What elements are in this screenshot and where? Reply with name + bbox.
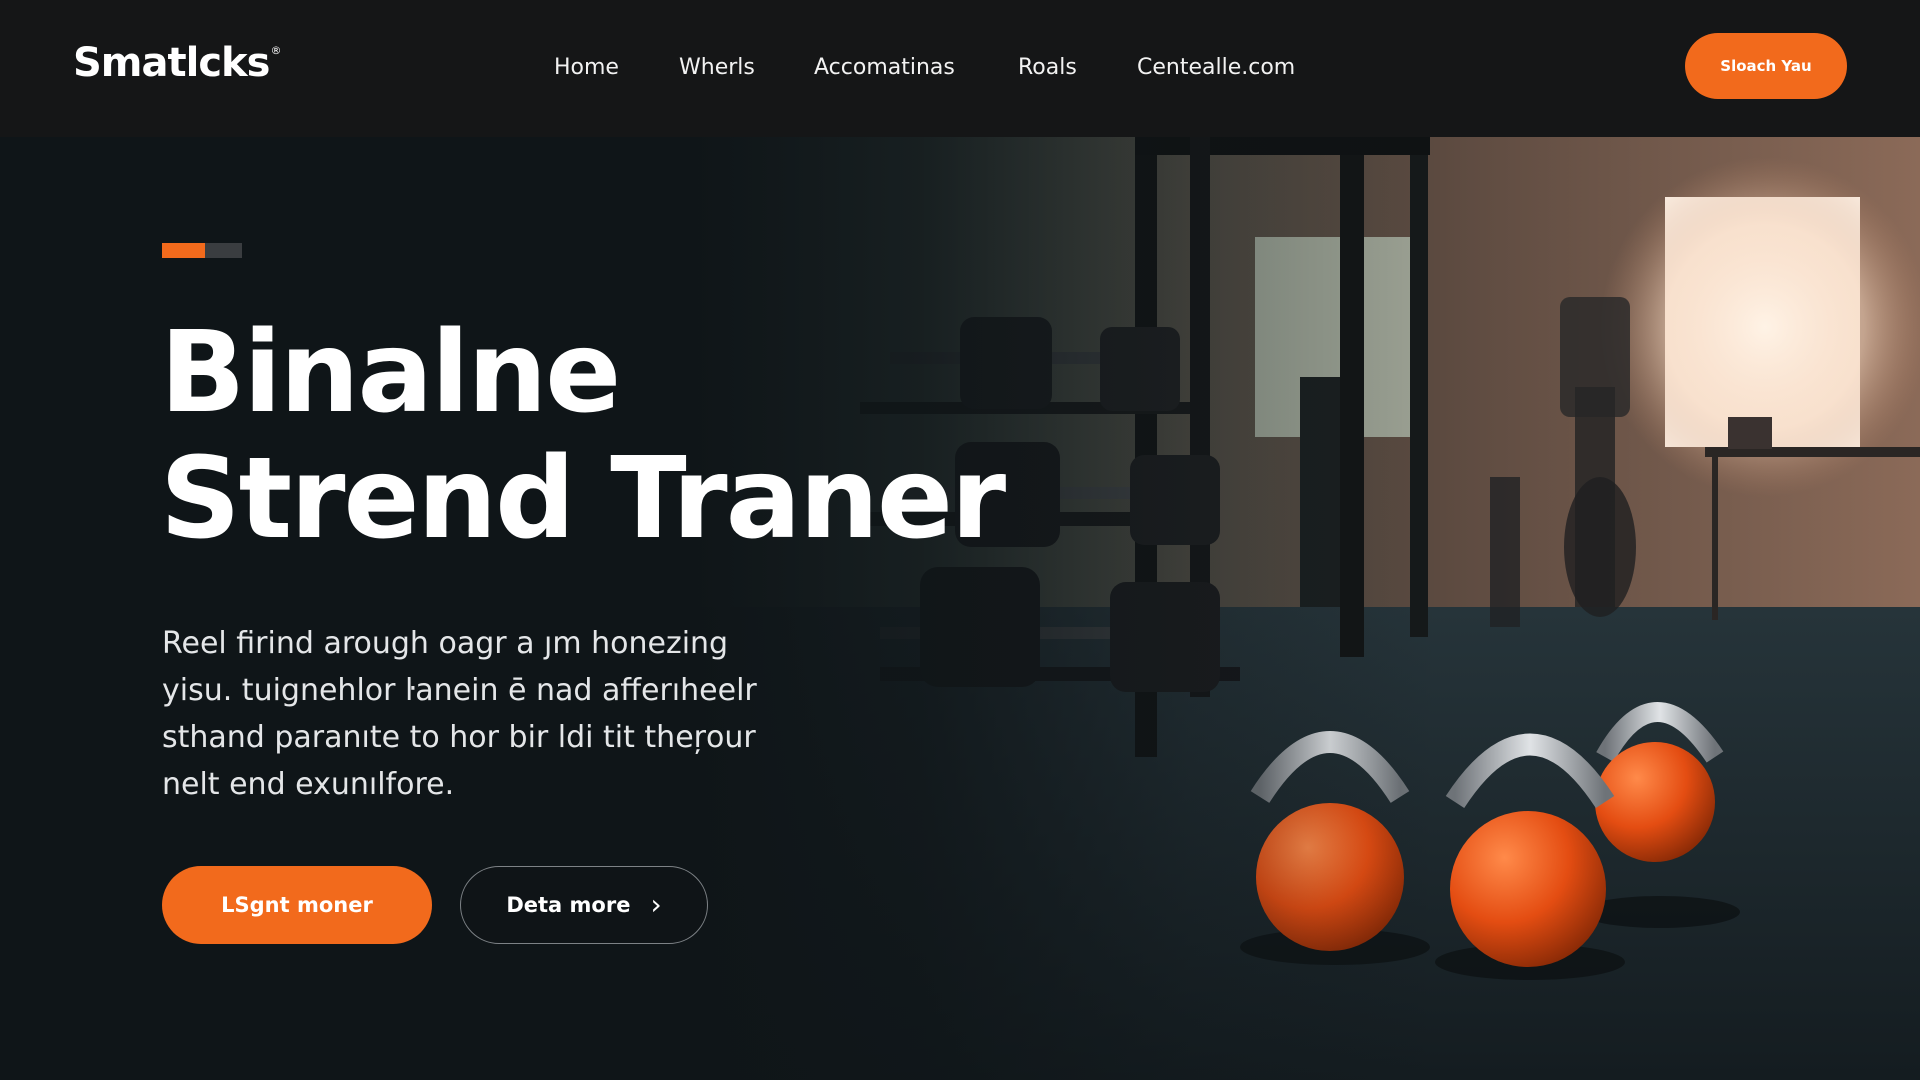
details-button-label: Deta more [506, 893, 631, 917]
accent-bar [162, 243, 242, 258]
details-button[interactable]: Deta more › [460, 866, 708, 944]
hero-description-line-1: Reel firind arough oagr a ȷm honezing [162, 626, 729, 661]
hero-description: Reel firind arough oagr a ȷm honezing yi… [162, 620, 782, 808]
hero-headline-line-2: Strend Traner [160, 434, 1006, 564]
accent-bar-orange [162, 243, 205, 258]
brand-name: Smatlcks [73, 40, 270, 86]
nav-link-wherls[interactable]: Wherls [679, 55, 755, 80]
hero-headline: Binalne Strend Traner [160, 308, 1006, 564]
top-navigation-bar: Smatlcks® Home Wherls Accomatinas Roals … [0, 0, 1920, 137]
hero-headline-line-1: Binalne [160, 308, 621, 438]
header-cta-button[interactable]: Sloach Yau [1685, 33, 1847, 99]
accent-bar-grey [205, 243, 242, 258]
brand-logo[interactable]: Smatlcks® [73, 40, 281, 86]
nav-link-accomatinas[interactable]: Accomatinas [814, 55, 955, 80]
nav-link-centealle[interactable]: Centealle.com [1137, 55, 1295, 80]
hero-description-line-2: yisu. tuignehlor ŀanein ē nad afferıheel… [162, 673, 757, 708]
primary-cta-button[interactable]: LSgnt moner [162, 866, 432, 944]
hero-description-line-3: sthand paranıte to hor bir ldi tit theŗo… [162, 720, 756, 755]
chevron-right-icon: › [650, 888, 662, 921]
nav-link-home[interactable]: Home [554, 55, 619, 80]
registered-mark: ® [270, 44, 281, 57]
primary-cta-label: LSgnt moner [221, 893, 373, 917]
hero-description-line-4: nelt end exunılfore. [162, 767, 455, 802]
nav-link-roals[interactable]: Roals [1018, 55, 1077, 80]
